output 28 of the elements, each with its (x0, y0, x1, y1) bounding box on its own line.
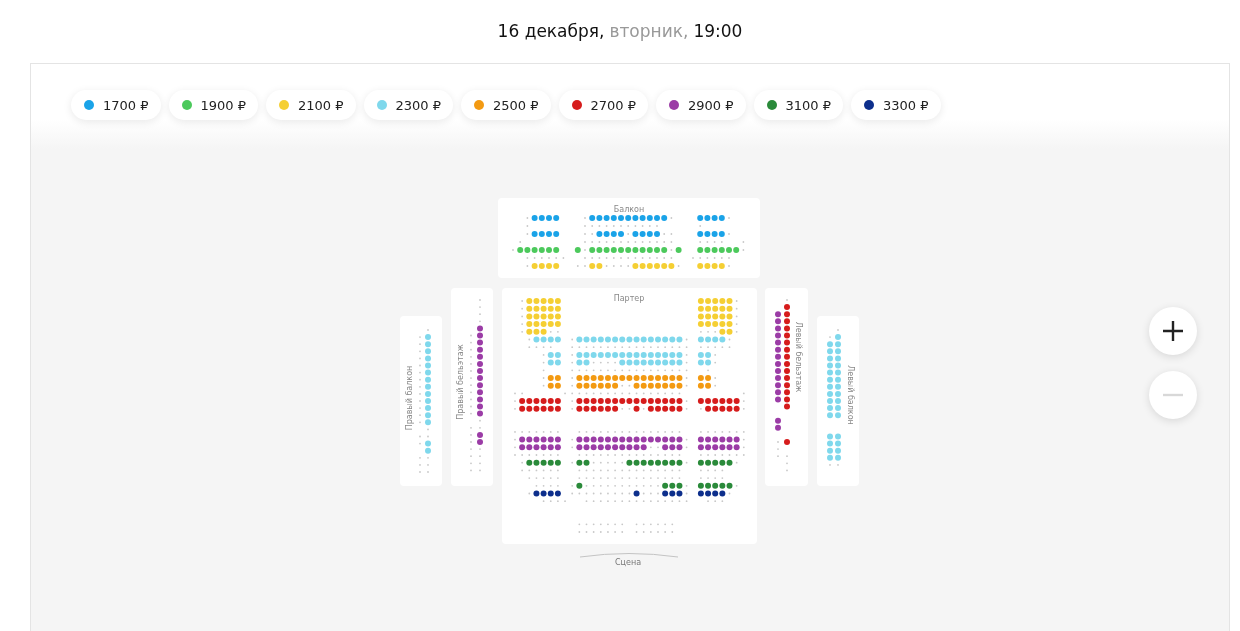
price-filter-chip[interactable]: 1700 ₽ (71, 90, 161, 120)
price-label: 3100 ₽ (785, 97, 831, 113)
price-filter-chip[interactable]: 2100 ₽ (266, 90, 356, 120)
section-label: Правый балкон (404, 365, 414, 431)
section-label: Партер (613, 293, 645, 303)
price-label: 1700 ₽ (103, 97, 149, 113)
weekday-text: вторник, (609, 20, 689, 41)
section-label: Левый балкон (845, 365, 855, 425)
price-label: 2500 ₽ (493, 97, 539, 113)
price-label: 2900 ₽ (688, 97, 734, 113)
price-filter-chip[interactable]: 3100 ₽ (753, 90, 843, 120)
price-filter-chip[interactable]: 2500 ₽ (461, 90, 551, 120)
date-text: 16 декабря, (497, 20, 605, 41)
price-label: 2100 ₽ (298, 97, 344, 113)
stage-label: Сцена (615, 558, 642, 567)
section-label: Балкон (613, 204, 645, 214)
price-label: 3300 ₽ (883, 97, 929, 113)
price-label: 1900 ₽ (200, 97, 246, 113)
price-label: 2300 ₽ (395, 97, 441, 113)
price-filter-chip[interactable]: 1900 ₽ (168, 90, 258, 120)
price-label: 2700 ₽ (590, 97, 636, 113)
price-filter-chip[interactable]: 3300 ₽ (851, 90, 941, 120)
price-filter-chip[interactable]: 2900 ₽ (656, 90, 746, 120)
price-filter-chip[interactable]: 2300 ₽ (363, 90, 453, 120)
section-label: Правый бельэтаж (455, 344, 465, 420)
time-text: 19:00 (693, 20, 743, 41)
price-filter-chip[interactable]: 2700 ₽ (558, 90, 648, 120)
section-label: Левый бельэтаж (793, 321, 803, 393)
